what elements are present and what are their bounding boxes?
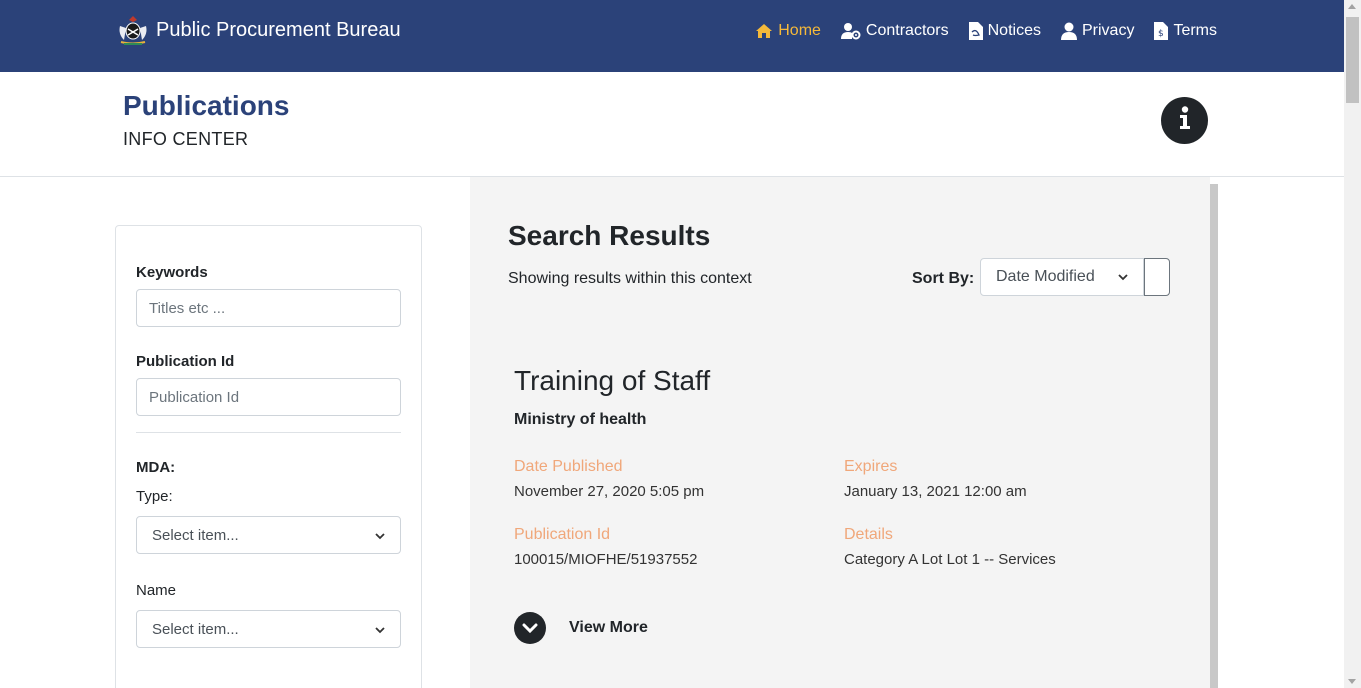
name-select[interactable]: Select item... bbox=[136, 610, 401, 648]
scroll-down-arrow-icon[interactable] bbox=[1348, 679, 1356, 684]
chevron-circle-down-icon bbox=[514, 612, 546, 644]
coat-of-arms-logo bbox=[116, 14, 150, 46]
date-published-label: Date Published bbox=[514, 458, 623, 475]
view-more-label: View More bbox=[569, 619, 648, 636]
scroll-thumb[interactable] bbox=[1346, 17, 1359, 103]
sort-label: Sort By: bbox=[912, 270, 975, 287]
home-icon bbox=[755, 22, 773, 40]
sort-direction-button[interactable] bbox=[1144, 258, 1170, 296]
nav-terms-label: Terms bbox=[1173, 22, 1217, 39]
page-subtitle: INFO CENTER bbox=[123, 129, 249, 149]
brand-name: Public Procurement Bureau bbox=[156, 18, 401, 41]
user-icon bbox=[1060, 22, 1077, 40]
mda-label: MDA: bbox=[136, 459, 176, 476]
nav-privacy-label: Privacy bbox=[1081, 22, 1135, 39]
sort-select-value: Date Modified bbox=[996, 268, 1095, 285]
type-label: Type: bbox=[136, 488, 173, 505]
info-button[interactable] bbox=[1161, 97, 1208, 144]
svg-text:$: $ bbox=[1158, 29, 1164, 39]
nav-contractors[interactable]: Contractors bbox=[840, 22, 949, 40]
chevron-down-icon bbox=[1118, 268, 1128, 286]
keywords-input[interactable] bbox=[136, 289, 401, 327]
expires-value: January 13, 2021 12:00 am bbox=[844, 483, 1027, 500]
publication-id-field-label: Publication Id bbox=[514, 526, 611, 543]
nav-privacy[interactable]: Privacy bbox=[1060, 22, 1135, 40]
file-pdf-icon bbox=[968, 22, 983, 40]
name-select-value: Select item... bbox=[152, 620, 239, 638]
results-title: Search Results bbox=[508, 220, 711, 251]
results-scrollbar[interactable] bbox=[1210, 184, 1218, 688]
details-label: Details bbox=[844, 526, 893, 543]
keywords-label: Keywords bbox=[136, 264, 208, 281]
view-more-button[interactable]: View More bbox=[514, 612, 648, 644]
nav-terms[interactable]: $ Terms bbox=[1154, 22, 1217, 40]
type-select[interactable]: Select item... bbox=[136, 516, 401, 554]
page-title: Publications bbox=[123, 90, 290, 121]
page-header: Publications INFO CENTER bbox=[0, 72, 1344, 177]
chevron-down-icon bbox=[375, 527, 385, 544]
publication-id-label: Publication Id bbox=[136, 353, 235, 370]
expires-label: Expires bbox=[844, 458, 898, 475]
type-select-value: Select item... bbox=[152, 526, 239, 544]
nav-notices-label: Notices bbox=[987, 22, 1041, 39]
publication-mda: Ministry of health bbox=[514, 411, 647, 428]
nav-contractors-label: Contractors bbox=[865, 22, 949, 39]
divider bbox=[136, 432, 401, 433]
file-invoice-icon: $ bbox=[1154, 22, 1169, 40]
name-label: Name bbox=[136, 582, 177, 599]
top-navbar: Public Procurement Bureau Home Contracto… bbox=[0, 0, 1344, 72]
main-nav: Home Contractors Notices Privacy $ Terms bbox=[755, 22, 1217, 40]
publication-id-input[interactable] bbox=[136, 378, 401, 416]
brand[interactable]: Public Procurement Bureau bbox=[116, 14, 401, 46]
sort-select[interactable]: Date Modified bbox=[980, 258, 1144, 296]
publication-title[interactable]: Training of Staff bbox=[514, 365, 710, 397]
details-value: Category A Lot Lot 1 -- Services bbox=[844, 551, 1056, 568]
chevron-down-icon bbox=[375, 621, 385, 638]
nav-notices[interactable]: Notices bbox=[968, 22, 1041, 40]
users-cog-icon bbox=[840, 22, 861, 40]
date-published-value: November 27, 2020 5:05 pm bbox=[514, 483, 705, 500]
window-scrollbar[interactable] bbox=[1344, 0, 1361, 688]
publication-id-value: 100015/MIOFHE/51937552 bbox=[514, 551, 698, 568]
info-icon bbox=[1178, 106, 1192, 135]
scroll-up-arrow-icon[interactable] bbox=[1348, 4, 1356, 9]
results-context: Showing results within this context bbox=[508, 270, 752, 287]
search-results-panel: Search Results Showing results within th… bbox=[470, 177, 1210, 688]
nav-home[interactable]: Home bbox=[755, 22, 821, 40]
nav-home-label: Home bbox=[778, 22, 821, 39]
filter-panel: Keywords Publication Id MDA: Type: Selec… bbox=[115, 225, 422, 688]
